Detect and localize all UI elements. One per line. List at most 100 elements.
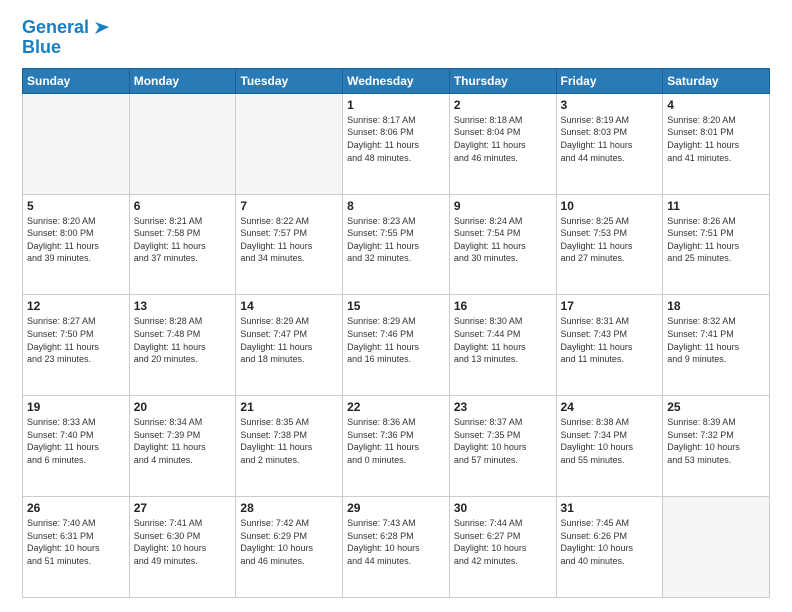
day-number: 9 [454,199,552,213]
calendar-cell: 13 Sunrise: 8:28 AMSunset: 7:48 PMDayligh… [129,295,236,396]
day-number: 4 [667,98,765,112]
logo: General Blue [22,18,113,58]
calendar-header-row: SundayMondayTuesdayWednesdayThursdayFrid… [23,68,770,93]
calendar-cell: 1 Sunrise: 8:17 AMSunset: 8:06 PMDaylight… [343,93,450,194]
day-info: Sunrise: 8:18 AMSunset: 8:04 PMDaylight:… [454,114,552,164]
calendar-cell: 4Sunrise: 8:20 AMSunset: 8:01 PMDaylight… [663,93,770,194]
day-number: 20 [134,400,232,414]
day-number: 19 [27,400,125,414]
day-info: Sunrise: 8:28 AMSunset: 7:48 PMDaylight:… [134,315,232,365]
calendar-cell: 19 Sunrise: 8:33 AMSunset: 7:40 PMDayligh… [23,396,130,497]
day-number: 21 [240,400,338,414]
day-number: 10 [561,199,659,213]
day-number: 25 [667,400,765,414]
day-info: Sunrise: 7:44 AMSunset: 6:27 PMDaylight:… [454,517,552,567]
calendar-cell: 5Sunrise: 8:20 AMSunset: 8:00 PMDaylight… [23,194,130,295]
col-header-sunday: Sunday [23,68,130,93]
day-number: 2 [454,98,552,112]
day-info: Sunrise: 8:25 AMSunset: 7:53 PMDaylight:… [561,215,659,265]
calendar-cell: 22Sunrise: 8:36 AMSunset: 7:36 PMDayligh… [343,396,450,497]
week-row-1: 1 Sunrise: 8:17 AMSunset: 8:06 PMDaylight… [23,93,770,194]
day-number: 18 [667,299,765,313]
day-info: Sunrise: 8:23 AMSunset: 7:55 PMDaylight:… [347,215,445,265]
day-info: Sunrise: 8:31 AMSunset: 7:43 PMDaylight:… [561,315,659,365]
col-header-thursday: Thursday [449,68,556,93]
day-info: Sunrise: 7:40 AMSunset: 6:31 PMDaylight:… [27,517,125,567]
day-number: 11 [667,199,765,213]
day-number: 13 [134,299,232,313]
col-header-saturday: Saturday [663,68,770,93]
calendar-cell: 3Sunrise: 8:19 AMSunset: 8:03 PMDaylight… [556,93,663,194]
calendar-cell: 7 Sunrise: 8:22 AMSunset: 7:57 PMDaylight… [236,194,343,295]
day-info: Sunrise: 8:29 AMSunset: 7:46 PMDaylight:… [347,315,445,365]
week-row-4: 19 Sunrise: 8:33 AMSunset: 7:40 PMDayligh… [23,396,770,497]
calendar-cell: 30 Sunrise: 7:44 AMSunset: 6:27 PMDayligh… [449,497,556,598]
day-number: 30 [454,501,552,515]
calendar-cell: 11 Sunrise: 8:26 AMSunset: 7:51 PMDayligh… [663,194,770,295]
calendar-cell: 15 Sunrise: 8:29 AMSunset: 7:46 PMDayligh… [343,295,450,396]
logo-arrow-icon [91,16,113,38]
week-row-3: 12Sunrise: 8:27 AMSunset: 7:50 PMDayligh… [23,295,770,396]
calendar-cell: 9 Sunrise: 8:24 AMSunset: 7:54 PMDaylight… [449,194,556,295]
day-info: Sunrise: 7:42 AMSunset: 6:29 PMDaylight:… [240,517,338,567]
calendar-cell: 2 Sunrise: 8:18 AMSunset: 8:04 PMDaylight… [449,93,556,194]
day-number: 5 [27,199,125,213]
day-number: 28 [240,501,338,515]
calendar-cell: 21Sunrise: 8:35 AMSunset: 7:38 PMDayligh… [236,396,343,497]
calendar-cell: 17 Sunrise: 8:31 AMSunset: 7:43 PMDayligh… [556,295,663,396]
day-number: 15 [347,299,445,313]
calendar-cell: 16 Sunrise: 8:30 AMSunset: 7:44 PMDayligh… [449,295,556,396]
calendar-cell [129,93,236,194]
day-number: 31 [561,501,659,515]
day-info: Sunrise: 8:32 AMSunset: 7:41 PMDaylight:… [667,315,765,365]
day-number: 6 [134,199,232,213]
day-info: Sunrise: 8:22 AMSunset: 7:57 PMDaylight:… [240,215,338,265]
calendar-cell: 12Sunrise: 8:27 AMSunset: 7:50 PMDayligh… [23,295,130,396]
day-info: Sunrise: 8:26 AMSunset: 7:51 PMDaylight:… [667,215,765,265]
day-number: 8 [347,199,445,213]
day-number: 27 [134,501,232,515]
day-info: Sunrise: 8:36 AMSunset: 7:36 PMDaylight:… [347,416,445,466]
day-info: Sunrise: 8:24 AMSunset: 7:54 PMDaylight:… [454,215,552,265]
calendar-cell: 23 Sunrise: 8:37 AMSunset: 7:35 PMDayligh… [449,396,556,497]
calendar-cell: 6 Sunrise: 8:21 AMSunset: 7:58 PMDaylight… [129,194,236,295]
page-header: General Blue [22,18,770,58]
day-number: 23 [454,400,552,414]
calendar-cell [663,497,770,598]
calendar-cell [236,93,343,194]
calendar-cell: 29 Sunrise: 7:43 AMSunset: 6:28 PMDayligh… [343,497,450,598]
calendar-cell: 10 Sunrise: 8:25 AMSunset: 7:53 PMDayligh… [556,194,663,295]
day-info: Sunrise: 8:33 AMSunset: 7:40 PMDaylight:… [27,416,125,466]
day-info: Sunrise: 8:30 AMSunset: 7:44 PMDaylight:… [454,315,552,365]
day-number: 3 [561,98,659,112]
day-number: 26 [27,501,125,515]
week-row-2: 5Sunrise: 8:20 AMSunset: 8:00 PMDaylight… [23,194,770,295]
day-number: 17 [561,299,659,313]
day-info: Sunrise: 7:41 AMSunset: 6:30 PMDaylight:… [134,517,232,567]
week-row-5: 26 Sunrise: 7:40 AMSunset: 6:31 PMDayligh… [23,497,770,598]
day-number: 24 [561,400,659,414]
calendar-cell: 8 Sunrise: 8:23 AMSunset: 7:55 PMDaylight… [343,194,450,295]
day-number: 16 [454,299,552,313]
day-info: Sunrise: 7:43 AMSunset: 6:28 PMDaylight:… [347,517,445,567]
calendar-cell: 18 Sunrise: 8:32 AMSunset: 7:41 PMDayligh… [663,295,770,396]
calendar-cell: 31Sunrise: 7:45 AMSunset: 6:26 PMDayligh… [556,497,663,598]
calendar-cell: 14 Sunrise: 8:29 AMSunset: 7:47 PMDayligh… [236,295,343,396]
day-number: 14 [240,299,338,313]
day-info: Sunrise: 8:29 AMSunset: 7:47 PMDaylight:… [240,315,338,365]
day-number: 29 [347,501,445,515]
col-header-wednesday: Wednesday [343,68,450,93]
calendar-cell: 25Sunrise: 8:39 AMSunset: 7:32 PMDayligh… [663,396,770,497]
calendar-cell: 28 Sunrise: 7:42 AMSunset: 6:29 PMDayligh… [236,497,343,598]
day-info: Sunrise: 8:21 AMSunset: 7:58 PMDaylight:… [134,215,232,265]
day-number: 1 [347,98,445,112]
calendar-cell: 26 Sunrise: 7:40 AMSunset: 6:31 PMDayligh… [23,497,130,598]
calendar-cell [23,93,130,194]
day-info: Sunrise: 8:27 AMSunset: 7:50 PMDaylight:… [27,315,125,365]
day-info: Sunrise: 8:37 AMSunset: 7:35 PMDaylight:… [454,416,552,466]
calendar-table: SundayMondayTuesdayWednesdayThursdayFrid… [22,68,770,598]
day-number: 7 [240,199,338,213]
day-info: Sunrise: 8:17 AMSunset: 8:06 PMDaylight:… [347,114,445,164]
col-header-tuesday: Tuesday [236,68,343,93]
calendar-cell: 27 Sunrise: 7:41 AMSunset: 6:30 PMDayligh… [129,497,236,598]
